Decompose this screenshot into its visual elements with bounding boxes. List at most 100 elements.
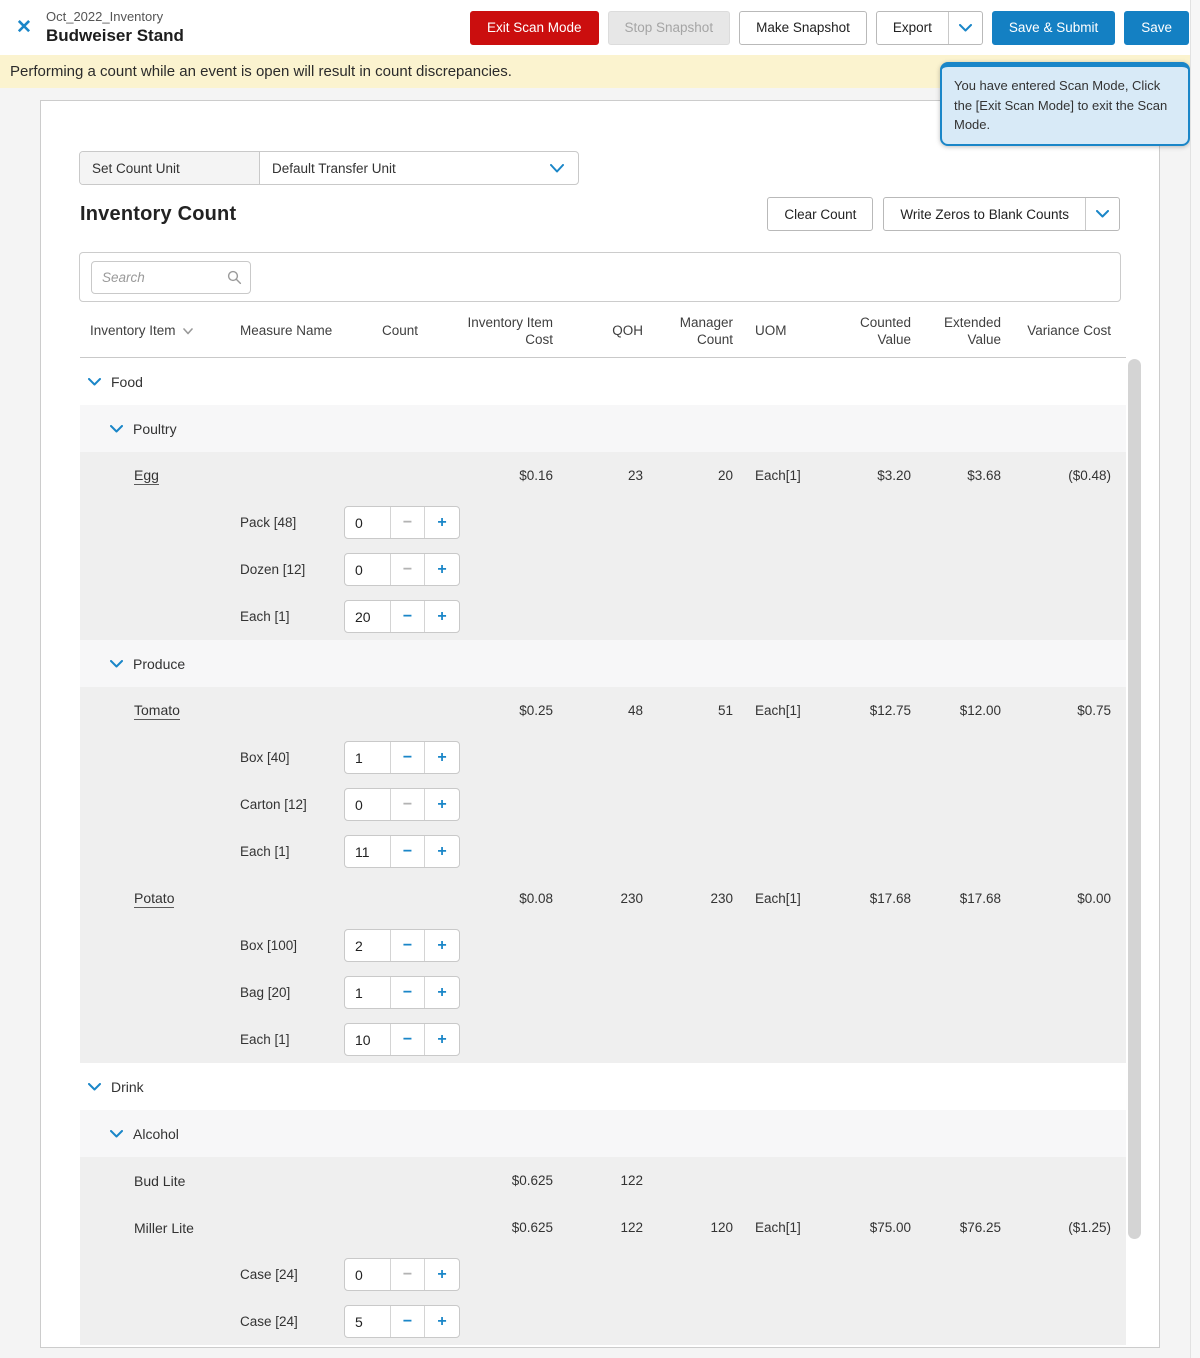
indent-cell <box>80 828 230 875</box>
decrement-button[interactable]: − <box>391 742 425 773</box>
export-button[interactable]: Export <box>877 12 948 44</box>
clear-count-button[interactable]: Clear Count <box>767 197 873 231</box>
item-name[interactable]: Egg <box>134 467 159 485</box>
inventory-table: Inventory ItemMeasure NameCountInventory… <box>80 306 1126 1345</box>
decrement-button[interactable]: − <box>391 930 425 961</box>
set-count-unit-select[interactable]: Default Transfer Unit <box>260 152 578 184</box>
count-stepper: 0−+ <box>344 788 460 821</box>
collapse-chevron-icon[interactable] <box>110 425 123 433</box>
item-cost-value: $0.625 <box>465 1204 553 1251</box>
save-button[interactable]: Save <box>1124 11 1189 45</box>
increment-button[interactable]: + <box>425 977 459 1008</box>
top-header: ✕ Oct_2022_Inventory Budweiser Stand Exi… <box>0 0 1200 55</box>
decrement-button[interactable]: − <box>391 977 425 1008</box>
exit-scan-mode-button[interactable]: Exit Scan Mode <box>470 11 599 45</box>
increment-button[interactable]: + <box>425 507 459 538</box>
table-scrollbar[interactable] <box>1128 359 1141 1239</box>
count-stepper: 2−+ <box>344 929 460 962</box>
write-zeros-button[interactable]: Write Zeros to Blank Counts <box>884 198 1085 230</box>
decrement-button[interactable]: − <box>391 836 425 867</box>
increment-button[interactable]: + <box>425 1306 459 1337</box>
item-name[interactable]: Tomato <box>134 702 180 720</box>
indent-cell <box>80 922 230 969</box>
count-cell <box>335 452 465 499</box>
sort-chevron-icon <box>183 328 193 335</box>
increment-button[interactable]: + <box>425 601 459 632</box>
item-name-cell: Tomato <box>80 687 230 734</box>
collapse-chevron-icon[interactable] <box>88 378 101 386</box>
measure-row: Box [100]2−+ <box>80 922 1126 969</box>
item-cost-value: $0.08 <box>465 875 553 922</box>
subgroup-toggle[interactable]: Poultry <box>80 405 1126 452</box>
indent-cell <box>80 969 230 1016</box>
qoh-value: 122 <box>553 1204 643 1251</box>
manager-count-value <box>643 1157 733 1204</box>
increment-button[interactable]: + <box>425 1024 459 1055</box>
increment-button[interactable]: + <box>425 554 459 585</box>
decrement-button[interactable]: − <box>391 1306 425 1337</box>
increment-button[interactable]: + <box>425 930 459 961</box>
save-submit-button[interactable]: Save & Submit <box>992 11 1115 45</box>
count-input[interactable]: 0 <box>345 789 391 820</box>
measure-name: Each [1] <box>230 828 335 875</box>
item-cost-value: $0.625 <box>465 1157 553 1204</box>
count-input[interactable]: 0 <box>345 507 391 538</box>
indent-cell <box>80 593 230 640</box>
count-cell: 10−+ <box>335 1016 465 1063</box>
count-input[interactable]: 5 <box>345 1306 391 1337</box>
subgroup-label: Poultry <box>133 421 177 437</box>
item-row: Tomato$0.254851Each[1]$12.75$12.00$0.75 <box>80 687 1126 734</box>
subgroup-label: Alcohol <box>133 1126 179 1142</box>
group-toggle[interactable]: Drink <box>80 1063 1126 1110</box>
chevron-down-icon <box>959 24 972 32</box>
count-stepper: 1−+ <box>344 741 460 774</box>
decrement-button[interactable]: − <box>391 601 425 632</box>
subgroup-toggle[interactable]: Produce <box>80 640 1126 687</box>
table-header-row: Inventory ItemMeasure NameCountInventory… <box>80 306 1126 358</box>
count-input[interactable]: 1 <box>345 742 391 773</box>
qoh-value: 122 <box>553 1157 643 1204</box>
item-name[interactable]: Potato <box>134 890 174 908</box>
increment-button[interactable]: + <box>425 742 459 773</box>
export-dropdown-toggle[interactable] <box>948 12 982 44</box>
collapse-chevron-icon[interactable] <box>110 660 123 668</box>
count-input[interactable]: 10 <box>345 1024 391 1055</box>
measure-row: Case [24] 5−+ <box>80 1298 1126 1345</box>
measure-name: Case [24] <box>230 1298 335 1345</box>
increment-button[interactable]: + <box>425 1259 459 1290</box>
increment-button[interactable]: + <box>425 789 459 820</box>
measure-name-cell <box>230 875 335 922</box>
count-cell: 0−+ <box>335 499 465 546</box>
item-row: Miller Lite$0.625122120Each[1]$75.00$76.… <box>80 1204 1126 1251</box>
collapse-chevron-icon[interactable] <box>110 1130 123 1138</box>
count-input[interactable]: 1 <box>345 977 391 1008</box>
manager-count-value: 120 <box>643 1204 733 1251</box>
column-header[interactable]: Inventory Item <box>80 306 230 357</box>
scan-mode-tooltip: You have entered Scan Mode, Click the [E… <box>940 62 1190 146</box>
increment-button[interactable]: + <box>425 836 459 867</box>
count-input[interactable]: 0 <box>345 1259 391 1290</box>
section-header: Inventory Count Clear Count Write Zeros … <box>80 197 1120 231</box>
count-input[interactable]: 0 <box>345 554 391 585</box>
column-header: Measure Name <box>230 306 335 357</box>
make-snapshot-button[interactable]: Make Snapshot <box>739 11 867 45</box>
subgroup-toggle[interactable]: Alcohol <box>80 1110 1126 1157</box>
group-toggle[interactable]: Food <box>80 358 1126 405</box>
extended-value: $3.68 <box>911 452 1001 499</box>
write-zeros-dropdown-toggle[interactable] <box>1085 198 1119 230</box>
close-icon[interactable]: ✕ <box>16 16 46 39</box>
page-scrollbar[interactable] <box>1190 0 1200 1358</box>
count-input[interactable]: 11 <box>345 836 391 867</box>
column-header: Manager Count <box>643 306 733 357</box>
count-stepper: 0−+ <box>344 506 460 539</box>
count-stepper: 0−+ <box>344 1258 460 1291</box>
variance-cost-value: ($0.48) <box>1001 452 1126 499</box>
collapse-chevron-icon[interactable] <box>88 1083 101 1091</box>
count-input[interactable]: 2 <box>345 930 391 961</box>
count-input[interactable]: 20 <box>345 601 391 632</box>
measure-row: Pack [48]0−+ <box>80 499 1126 546</box>
decrement-button: − <box>391 789 425 820</box>
indent-cell <box>80 734 230 781</box>
decrement-button[interactable]: − <box>391 1024 425 1055</box>
measure-name: Each [1] <box>230 593 335 640</box>
